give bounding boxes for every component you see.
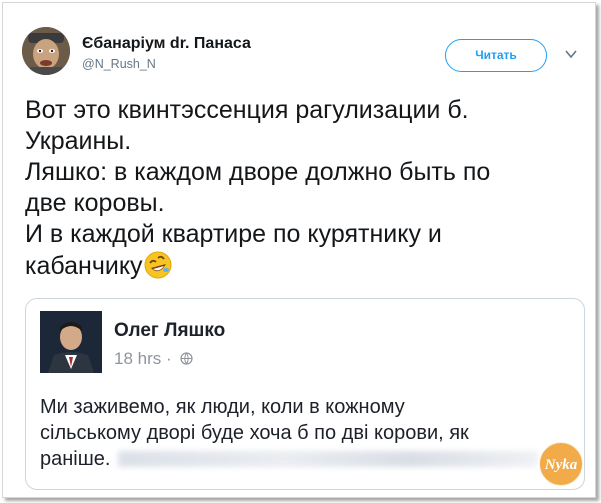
display-name[interactable]: Єбанаріум dr. Панаса: [82, 35, 251, 53]
avatar[interactable]: [22, 27, 70, 75]
tweet-text-line: И в каждой квартире по курятнику и: [25, 220, 442, 248]
tweet-card: Єбанаріум dr. Панаса @N_Rush_N Читать Во…: [2, 2, 596, 498]
quoted-avatar-image: [40, 311, 102, 373]
chevron-down-icon[interactable]: [564, 47, 578, 61]
rolling-on-floor-laughing-emoji-icon: [144, 251, 172, 279]
svg-text:Nyka: Nyka: [544, 457, 578, 473]
quoted-text-line-last: раніше.: [40, 446, 570, 472]
tweet-text-line: две коровы.: [25, 189, 165, 217]
user-handle[interactable]: @N_Rush_N: [82, 57, 156, 71]
quoted-text-line: раніше.: [40, 448, 111, 470]
quoted-author-name[interactable]: Олег Ляшко: [114, 320, 225, 342]
quoted-post[interactable]: Олег Ляшко 18 hrs · Ми заживемо, як люди…: [25, 298, 585, 490]
tweet-text-line: кабанчику: [25, 252, 143, 280]
tweet-text-line: Украины.: [25, 127, 132, 155]
avatar-image: [22, 27, 70, 75]
quoted-post-text: Ми заживемо, як люди, коли в кожному сіл…: [40, 394, 570, 472]
quoted-post-time[interactable]: 18 hrs ·: [114, 349, 172, 368]
tweet-text-line-last: кабанчику: [25, 250, 585, 282]
quoted-author-avatar[interactable]: [40, 311, 102, 373]
follow-button[interactable]: Читать: [445, 39, 547, 72]
quoted-post-meta: 18 hrs ·: [114, 349, 193, 369]
globe-icon: [180, 352, 193, 365]
quoted-text-line: Ми заживемо, як люди, коли в кожному: [40, 396, 405, 418]
tweet-text-line: Вот это квинтэссенция рагулизации б.: [25, 96, 469, 124]
watermark-logo: Nyka: [538, 441, 584, 487]
quoted-text-line: сільському дворі буде хоча б по дві коро…: [40, 422, 469, 444]
tweet-text: Вот это квинтэссенция рагулизации б. Укр…: [25, 95, 585, 282]
tweet-text-line: Ляшко: в каждом дворе должно быть по: [25, 158, 491, 186]
blurred-text-region: [118, 451, 539, 467]
